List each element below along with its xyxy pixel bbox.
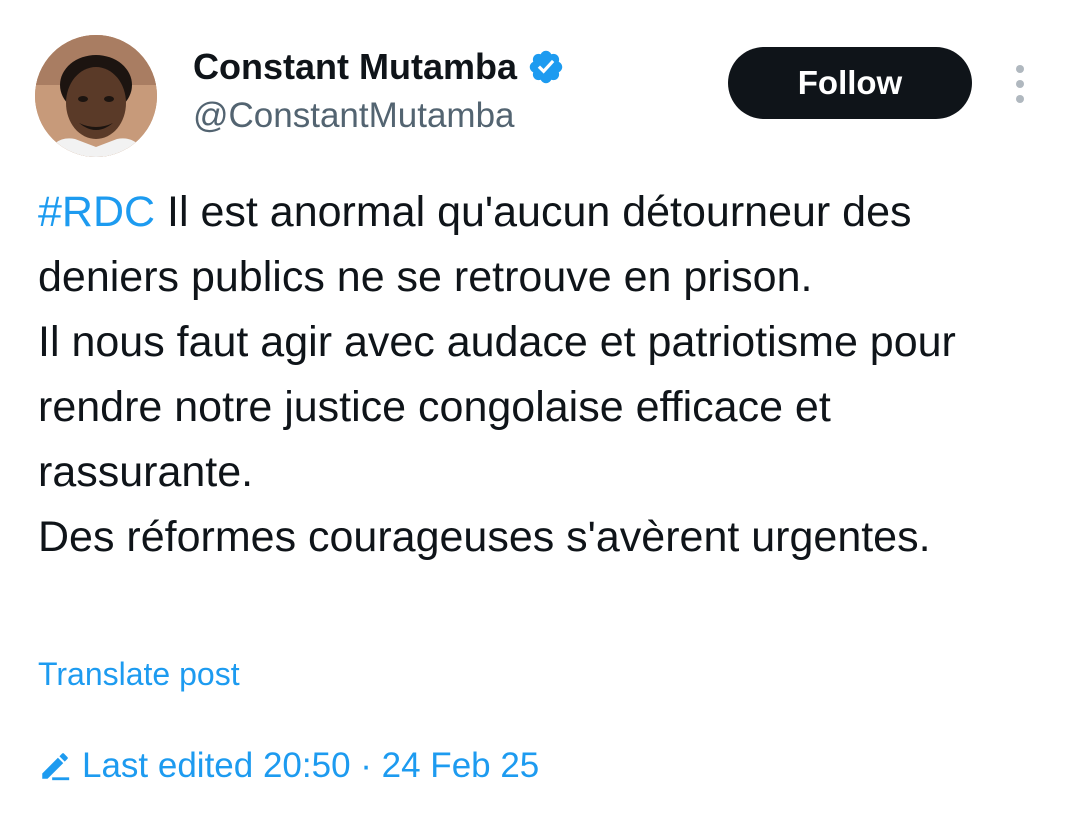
tweet-line-1: Il est anormal qu'aucun détourneur des d… [38, 188, 912, 301]
tweet-text: #RDC Il est anormal qu'aucun détourneur … [38, 180, 1048, 570]
hashtag-link[interactable]: #RDC [38, 188, 155, 236]
more-vertical-icon [1016, 65, 1024, 103]
avatar-photo [35, 35, 157, 157]
display-name-text[interactable]: Constant Mutamba [193, 46, 517, 88]
tweet-line-3: Des réformes courageuses s'avèrent urgen… [38, 513, 931, 561]
pencil-icon [42, 753, 70, 781]
last-edited-label[interactable]: Last edited 20:50 · 24 Feb 25 [82, 746, 539, 786]
verified-badge-icon [529, 50, 563, 84]
display-name[interactable]: Constant Mutamba [193, 46, 565, 88]
tweet-line-2: Il nous faut agir avec audace et patriot… [38, 318, 956, 496]
more-options-button[interactable] [1006, 62, 1034, 106]
avatar[interactable] [35, 35, 157, 157]
follow-button[interactable]: Follow [728, 47, 972, 119]
last-edited-link[interactable]: Last edited 20:50 · 24 Feb 25 [38, 746, 539, 786]
translate-post-link[interactable]: Translate post [38, 656, 240, 693]
user-handle[interactable]: @ConstantMutamba [193, 96, 515, 136]
